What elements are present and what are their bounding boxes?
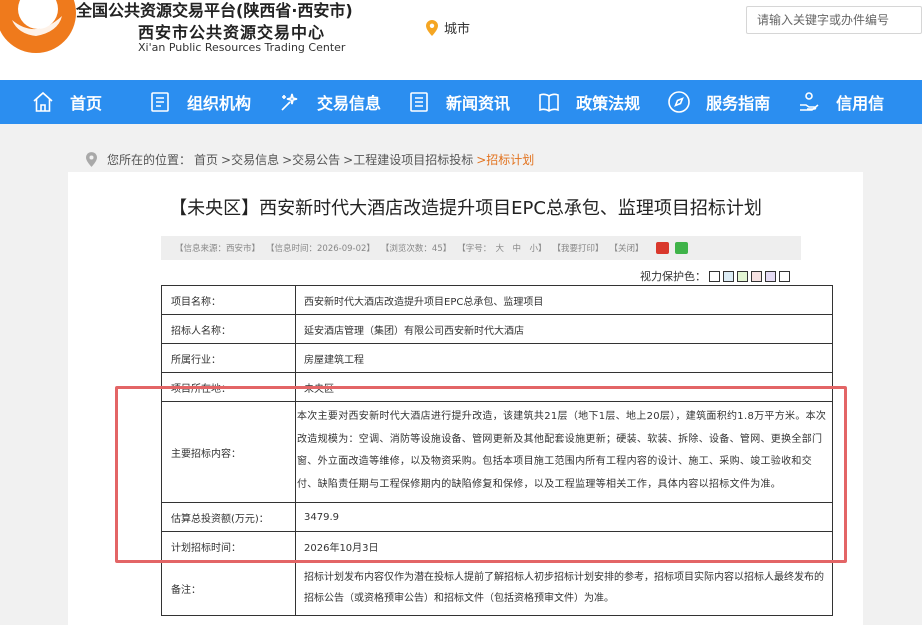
breadcrumb-link-engineering[interactable]: >工程建设项目招标投标 — [343, 151, 473, 168]
color-swatch[interactable] — [779, 270, 790, 282]
center-name: 西安市公共资源交易中心 — [138, 23, 326, 42]
info-bar: 【信息来源：西安市】 【信息时间：2026-09-02】 【浏览次数：45】 【… — [161, 236, 801, 260]
breadcrumb-current: >招标计划 — [476, 153, 535, 167]
table-row: 估算总投资额(万元)： 3479.9 — [161, 502, 833, 533]
info-source: 【信息来源：西安市】 — [175, 244, 261, 254]
table-row: 主要招标内容： 本次主要对西安新时代大酒店进行提升改造，该建筑共21层（地下1层… — [161, 400, 833, 504]
cell-value: 延安酒店管理（集团）有限公司西安新时代大酒店 — [295, 314, 833, 344]
nav-label: 政策法规 — [576, 94, 641, 113]
breadcrumb-link-announcement[interactable]: >交易公告 — [282, 151, 340, 168]
cell-value: 本次主要对西安新时代大酒店进行提升改造，该建筑共21层（地下1层、地上20层），… — [295, 400, 833, 504]
nav-label: 信用信 — [836, 94, 885, 113]
cell-value: 招标计划发布内容仅作为潜在投标人提前了解招标人初步招标计划安排的参考，招标项目实… — [295, 560, 833, 617]
nav-item-home[interactable]: 首页 — [30, 80, 102, 124]
font-size-switch[interactable]: 【字号： 大 中 小】 — [457, 242, 546, 254]
city-label: 城市 — [444, 22, 471, 37]
info-table: 项目名称： 西安新时代大酒店改造提升项目EPC总承包、监理项目 招标人名称： 延… — [161, 285, 833, 617]
cell-label: 备注： — [161, 560, 296, 617]
cell-label: 项目所在地： — [161, 372, 296, 402]
content-panel: 【未央区】西安新时代大酒店改造提升项目EPC总承包、监理项目招标计划 【信息来源… — [68, 172, 863, 625]
list-icon — [406, 89, 432, 115]
table-row: 备注： 招标计划发布内容仅作为潜在投标人提前了解招标人初步招标计划安排的参考，招… — [161, 560, 833, 617]
info-views: 【浏览次数：45】 — [380, 244, 452, 254]
nav-label: 组织机构 — [187, 94, 252, 113]
home-icon — [30, 89, 56, 115]
vision-label: 视力保护色： — [640, 270, 706, 283]
color-swatch[interactable] — [723, 270, 734, 282]
cell-label: 所属行业： — [161, 343, 296, 373]
nav-label: 交易信息 — [317, 94, 382, 113]
breadcrumb-prefix: 您所在的位置： — [107, 153, 192, 167]
nav-item-policy[interactable]: 政策法规 — [536, 80, 640, 124]
color-swatch[interactable] — [751, 270, 762, 282]
nav-label: 服务指南 — [706, 94, 771, 113]
vision-protect-bar: 视力保护色： — [640, 268, 790, 284]
cell-value: 2026年10月3日 — [295, 531, 833, 562]
page-title: 【未央区】西安新时代大酒店改造提升项目EPC总承包、监理项目招标计划 — [169, 198, 762, 219]
pdf-icon[interactable] — [655, 242, 669, 254]
cell-label: 估算总投资额(万元)： — [161, 502, 296, 533]
nav-item-service-guide[interactable]: 服务指南 — [666, 80, 770, 124]
cell-value: 未央区 — [295, 372, 833, 402]
nav-item-trade-info[interactable]: 交易信息 — [277, 80, 381, 124]
close-link[interactable]: 【关闭】 — [610, 242, 644, 254]
table-row: 招标人名称： 延安酒店管理（集团）有限公司西安新时代大酒店 — [161, 314, 833, 344]
location-pin-icon — [86, 152, 97, 167]
logo-icon — [0, 0, 76, 53]
nav-item-organization[interactable]: 组织机构 — [147, 80, 251, 124]
table-row: 所属行业： 房屋建筑工程 — [161, 343, 833, 373]
nav-item-news[interactable]: 新闻资讯 — [406, 80, 510, 124]
wechat-icon[interactable] — [674, 242, 688, 254]
book-icon — [536, 89, 562, 115]
print-link[interactable]: 【我要打印】 — [553, 242, 604, 254]
table-row: 项目名称： 西安新时代大酒店改造提升项目EPC总承包、监理项目 — [161, 285, 833, 315]
nav-item-credit[interactable]: 信用信 — [796, 80, 884, 124]
main-nav: 首页 组织机构 交易信息 新闻资讯 政策法规 服务指南 信用信 — [0, 80, 922, 124]
info-time: 【信息时间：2026-09-02】 — [266, 244, 375, 254]
document-icon — [147, 89, 173, 115]
cell-label: 主要招标内容： — [161, 400, 296, 504]
center-name-en: Xi'an Public Resources Trading Center — [138, 41, 346, 54]
nav-label: 首页 — [70, 94, 103, 113]
city-selector[interactable]: 城市 — [426, 18, 470, 37]
table-row: 项目所在地： 未央区 — [161, 372, 833, 402]
hand-icon — [796, 89, 822, 115]
color-swatch[interactable] — [737, 270, 748, 282]
color-swatch[interactable] — [765, 270, 776, 282]
compass-icon — [666, 89, 692, 115]
cell-label: 招标人名称： — [161, 314, 296, 344]
breadcrumb: 您所在的位置： 首页 >交易信息 >交易公告 >工程建设项目招标投标 >招标计划 — [86, 151, 534, 168]
site-header: 全国公共资源交易平台(陕西省·西安市) 西安市公共资源交易中心 Xi'an Pu… — [0, 0, 922, 80]
nav-label: 新闻资讯 — [446, 94, 511, 113]
breadcrumb-link-trade-info[interactable]: >交易信息 — [221, 151, 279, 168]
cell-value: 西安新时代大酒店改造提升项目EPC总承包、监理项目 — [295, 285, 833, 315]
breadcrumb-link-home[interactable]: 首页 — [194, 151, 218, 168]
cell-label: 计划招标时间： — [161, 531, 296, 562]
color-swatch[interactable] — [709, 270, 720, 282]
search-input[interactable] — [746, 6, 922, 34]
location-pin-icon — [426, 19, 438, 36]
platform-title: 全国公共资源交易平台(陕西省·西安市) — [76, 1, 353, 20]
cell-value: 3479.9 — [295, 502, 833, 533]
table-row: 计划招标时间： 2026年10月3日 — [161, 531, 833, 562]
cell-value: 房屋建筑工程 — [295, 343, 833, 373]
cell-label: 项目名称： — [161, 285, 296, 315]
sparkle-icon — [277, 89, 303, 115]
